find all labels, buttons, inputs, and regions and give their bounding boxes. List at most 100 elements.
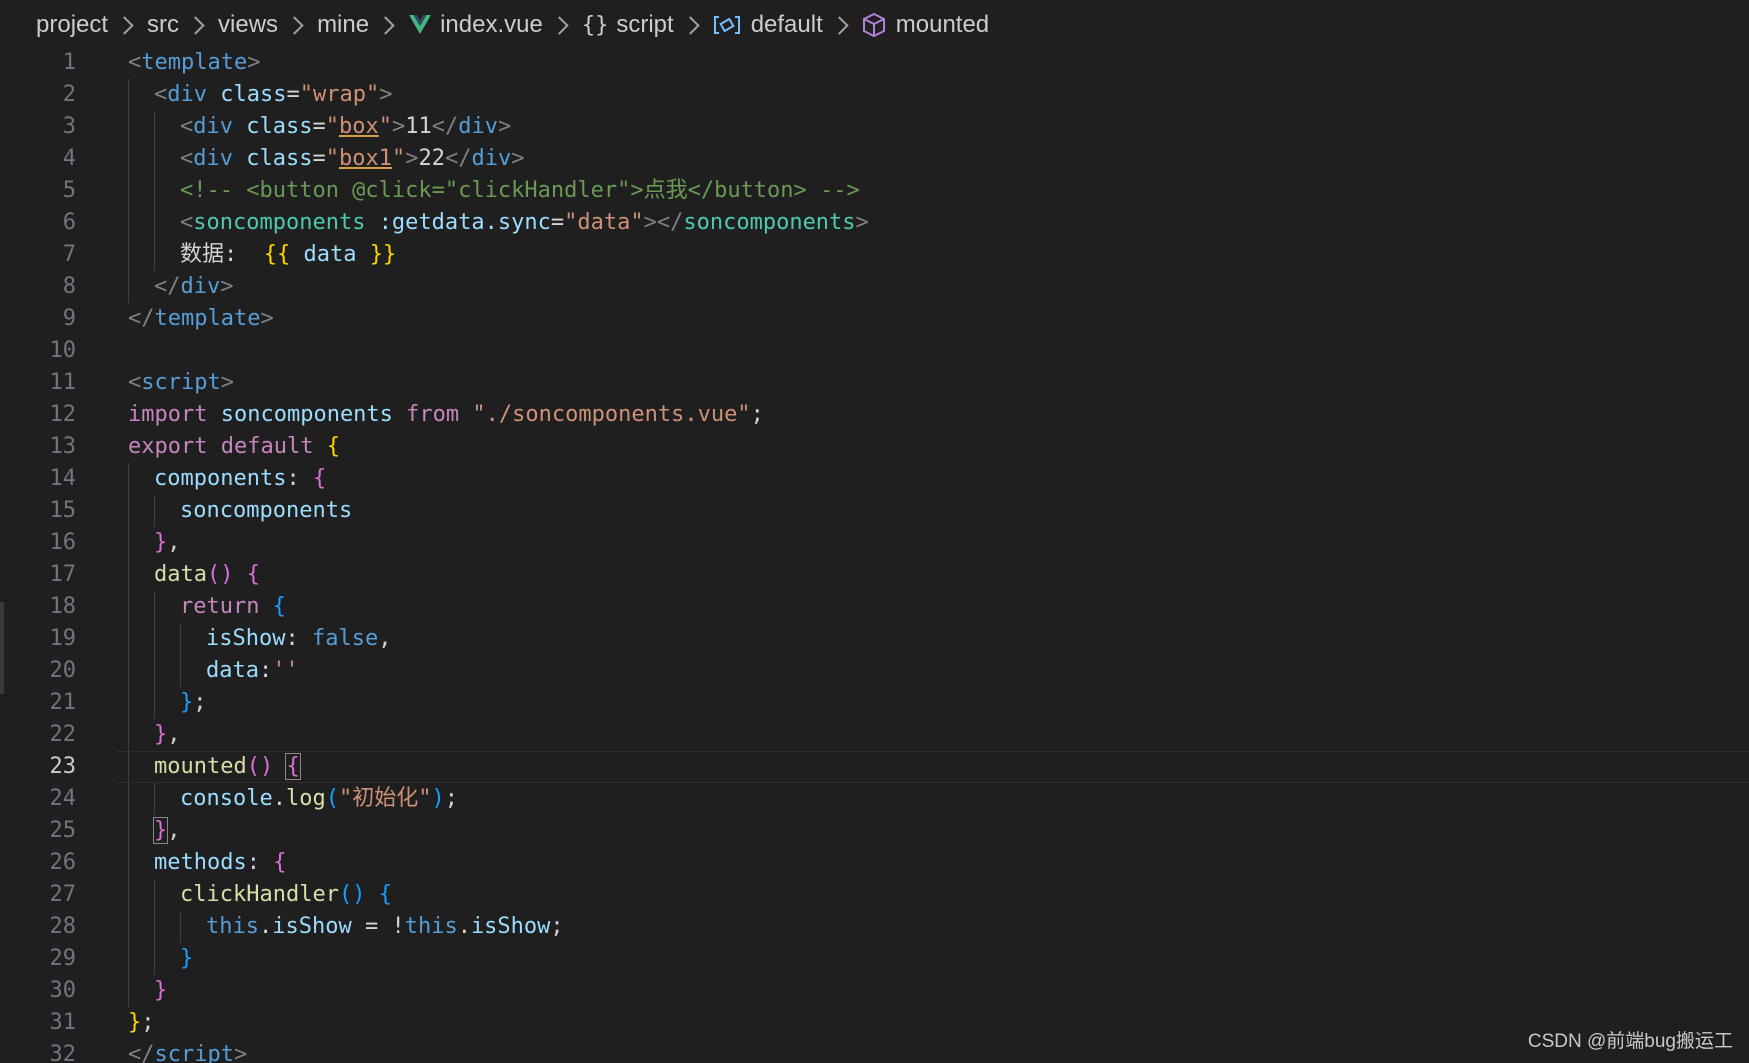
code-token: } <box>180 690 194 715</box>
code-text: }; <box>180 687 207 719</box>
line-number: 25 <box>49 818 77 843</box>
code-line[interactable]: 3 <div class="box">11</div> <box>0 111 1749 143</box>
code-line[interactable]: 9 </template> <box>0 303 1749 335</box>
code-token: ></ <box>643 210 684 235</box>
breadcrumb-item-script[interactable]: {} script <box>582 11 674 39</box>
code-text: </script> <box>128 1039 247 1063</box>
code-token: }} <box>369 242 397 267</box>
code-line[interactable]: 26 methods: { <box>0 847 1749 879</box>
chevron-right-icon <box>186 15 205 35</box>
code-token: class <box>246 114 313 139</box>
code-line[interactable]: 25}, <box>0 815 1749 847</box>
code-token: components <box>154 466 287 491</box>
code-line[interactable]: 12 import soncomponents from "./soncompon… <box>0 399 1749 431</box>
code-token: > <box>511 146 525 171</box>
code-line[interactable]: 22}, <box>0 719 1749 751</box>
code-line[interactable]: 14 components: { <box>0 463 1749 495</box>
code-line[interactable]: 11 <script> <box>0 367 1749 399</box>
code-token: { <box>378 882 392 907</box>
code-text: } <box>154 975 167 1007</box>
code-line[interactable]: 15 soncomponents <box>0 495 1749 527</box>
code-editor[interactable]: 1 <template> 2 <div class="wrap"> 3 <div clas… <box>0 47 1749 1063</box>
breadcrumb-item-default[interactable]: default <box>713 11 823 39</box>
line-number: 7 <box>62 242 76 267</box>
breadcrumb-item-src[interactable]: src <box>147 11 179 39</box>
indent-guide <box>128 463 129 495</box>
code-text: <!-- <button @click="clickHandler">点我</b… <box>180 175 860 207</box>
breadcrumb-item-mine[interactable]: mine <box>317 11 369 39</box>
code-token: , <box>167 818 181 843</box>
code-line[interactable]: 1 <template> <box>0 47 1749 79</box>
code-text: <soncomponents :getdata.sync="data"></so… <box>180 207 869 239</box>
code-line[interactable]: 18 return { <box>0 591 1749 623</box>
code-text: clickHandler() { <box>180 879 392 911</box>
code-token: methods <box>154 850 247 875</box>
code-token: export <box>128 434 208 459</box>
code-token: clickHandler <box>180 882 339 907</box>
code-line[interactable]: 28 this.isShow = !this.isShow; <box>0 911 1749 943</box>
code-token: ; <box>193 690 207 715</box>
breadcrumb-item-mounted[interactable]: mounted <box>862 11 989 39</box>
code-token: > <box>405 146 419 171</box>
code-token: </ <box>431 114 459 139</box>
code-token: div <box>180 274 221 299</box>
code-line[interactable]: 17 data() { <box>0 559 1749 591</box>
code-line[interactable]: 5 <!-- <button @click="clickHandler">点我</… <box>0 175 1749 207</box>
code-token: class <box>246 146 313 171</box>
line-number: 26 <box>49 850 77 875</box>
code-line[interactable]: 7 数据: {{ data }} <box>0 239 1749 271</box>
code-text: }, <box>152 815 181 847</box>
code-line[interactable]: 21}; <box>0 687 1749 719</box>
code-line[interactable]: 27 clickHandler() { <box>0 879 1749 911</box>
code-token: . <box>272 786 286 811</box>
code-line[interactable]: 24 console.log("初始化"); <box>0 783 1749 815</box>
code-line[interactable]: 4 <div class="box1">22</div> <box>0 143 1749 175</box>
code-line[interactable]: 2 <div class="wrap"> <box>0 79 1749 111</box>
code-text: <template> <box>128 47 260 79</box>
breadcrumb-item-project[interactable]: project <box>36 11 108 39</box>
code-token: ; <box>750 402 764 427</box>
code-token: : <box>246 850 274 875</box>
breadcrumb-item-views[interactable]: views <box>218 11 278 39</box>
code-token: = <box>550 210 565 235</box>
code-token: template <box>141 50 248 75</box>
code-line[interactable]: 29} <box>0 943 1749 975</box>
indent-guide <box>128 239 129 271</box>
code-line[interactable]: 6 <soncomponents :getdata.sync="data"></s… <box>0 207 1749 239</box>
indent-guide <box>154 175 155 207</box>
indent-guide <box>154 687 155 719</box>
code-line[interactable]: 32 </script> <box>0 1039 1749 1063</box>
code-line[interactable]: 19 isShow: false, <box>0 623 1749 655</box>
line-number: 2 <box>62 82 76 107</box>
breadcrumb-item-file[interactable]: index.vue <box>408 11 543 39</box>
code-line[interactable]: 23 mounted() { <box>0 751 1749 783</box>
indent-guide <box>154 143 155 175</box>
indent-guide <box>128 655 129 687</box>
line-number: 31 <box>49 1010 77 1035</box>
indent-guide <box>128 79 129 111</box>
indent-guide <box>128 879 129 911</box>
braces-icon: {} <box>581 12 609 38</box>
line-number: 15 <box>49 498 77 523</box>
code-token: . <box>258 914 273 939</box>
line-number: 14 <box>49 466 77 491</box>
line-number: 6 <box>62 210 76 235</box>
code-line[interactable]: 31}; <box>0 1007 1749 1039</box>
code-line[interactable]: 8 </div> <box>0 271 1749 303</box>
code-token: from <box>406 402 460 427</box>
code-line[interactable]: 10 <box>0 335 1749 367</box>
code-line[interactable]: 30} <box>0 975 1749 1007</box>
code-token: 22 <box>418 146 445 171</box>
line-number: 21 <box>49 690 77 715</box>
code-token: default <box>220 434 314 459</box>
code-token: script <box>154 1042 234 1063</box>
code-line[interactable]: 13 export default { <box>0 431 1749 463</box>
code-token: { <box>246 562 260 587</box>
code-line[interactable]: 20 data:'' <box>0 655 1749 687</box>
code-text: <div class="box">11</div> <box>180 111 511 143</box>
code-line[interactable]: 16}, <box>0 527 1749 559</box>
